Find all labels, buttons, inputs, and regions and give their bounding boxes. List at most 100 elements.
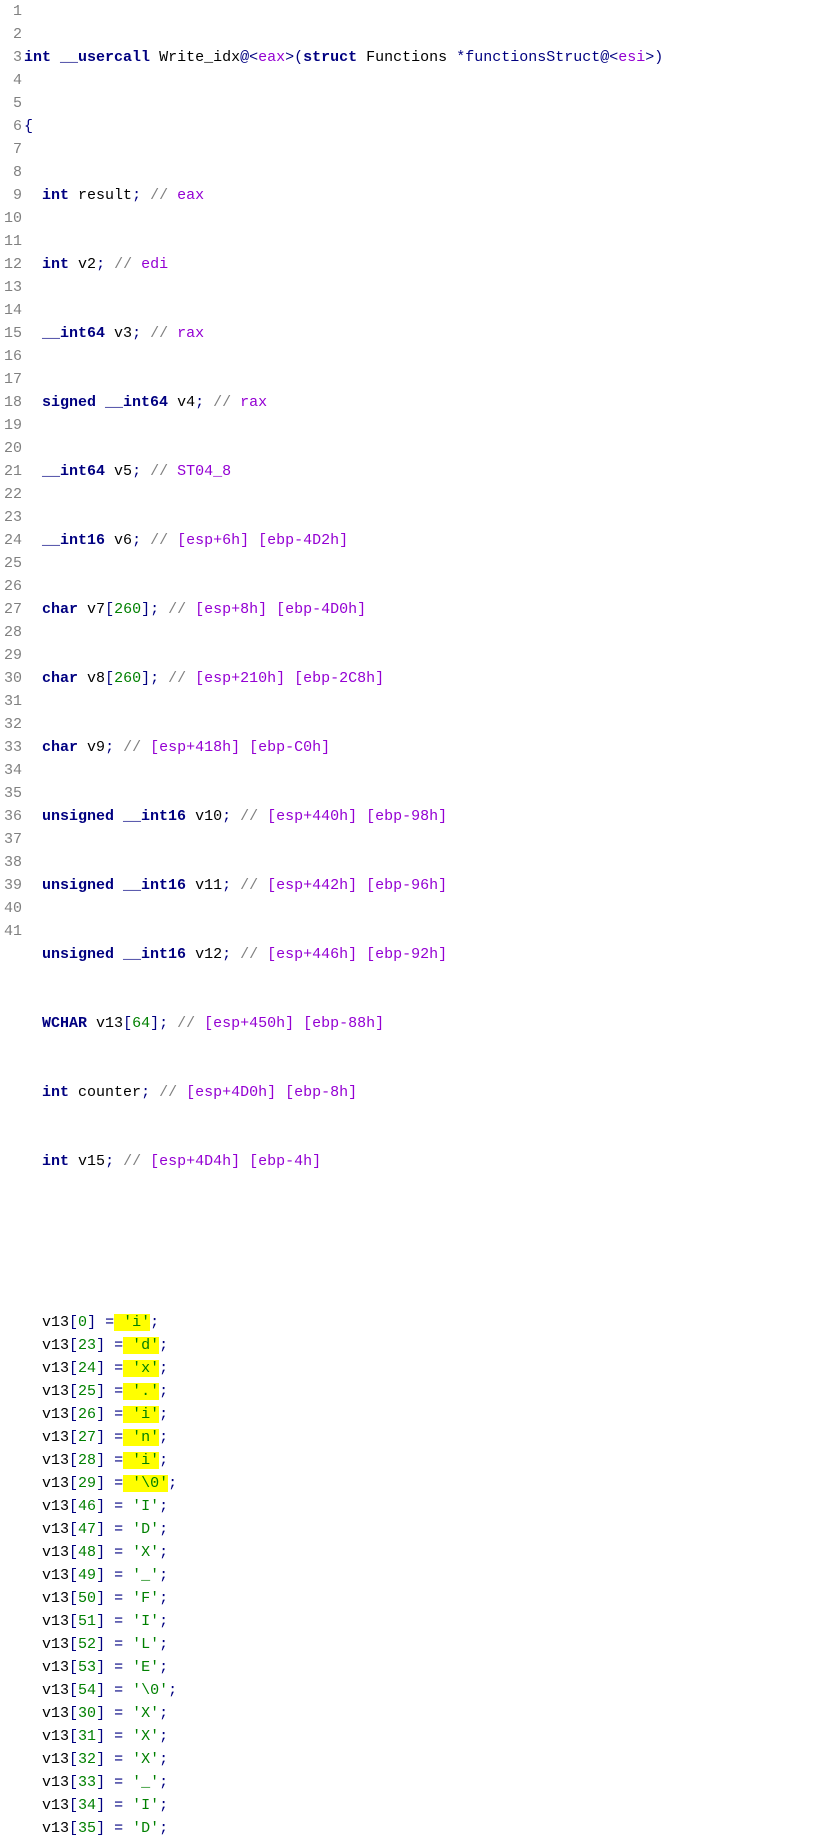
code-line: v13[33] = '_'; [24,1771,819,1794]
code-line: char v9; // [esp+418h] [ebp-C0h] [24,736,819,759]
char-literal: 'n' [132,1429,159,1446]
code-line: v13[28] = 'i'; [24,1449,819,1472]
code-line: signed __int64 v4; // rax [24,391,819,414]
array-name: v13 [42,1613,69,1630]
code-viewer: 1234567891011121314151617181920212223242… [0,0,819,1840]
line-number: 32 [0,713,22,736]
array-index: 0 [78,1314,87,1331]
register: esi [618,49,645,66]
array-name: v13 [42,1797,69,1814]
code-line: WCHAR v13[64]; // [esp+450h] [ebp-88h] [24,1012,819,1035]
line-number: 2 [0,23,22,46]
line-number: 18 [0,391,22,414]
array-name: v13 [42,1820,69,1837]
code-line: int v2; // edi [24,253,819,276]
code-line: int v15; // [esp+4D4h] [ebp-4h] [24,1150,819,1173]
array-name: v13 [42,1406,69,1423]
array-name: v13 [42,1337,69,1354]
array-index: 47 [78,1521,96,1538]
code-line: v13[34] = 'I'; [24,1794,819,1817]
line-number: 1 [0,0,22,23]
code-line: int result; // eax [24,184,819,207]
line-number: 33 [0,736,22,759]
char-literal: 'I' [132,1613,159,1630]
array-index: 34 [78,1797,96,1814]
code-line: v13[26] = 'i'; [24,1403,819,1426]
line-number: 30 [0,667,22,690]
code-line: v13[35] = 'D'; [24,1817,819,1840]
line-number: 15 [0,322,22,345]
array-index: 52 [78,1636,96,1653]
code-line: char v7[260]; // [esp+8h] [ebp-4D0h] [24,598,819,621]
line-number: 25 [0,552,22,575]
code-line: v13[49] = '_'; [24,1564,819,1587]
array-index: 29 [78,1475,96,1492]
line-number: 40 [0,897,22,920]
line-number: 11 [0,230,22,253]
code-line: __int64 v3; // rax [24,322,819,345]
line-number: 12 [0,253,22,276]
char-literal: 'x' [132,1360,159,1377]
code-line: { [24,115,819,138]
array-index: 35 [78,1820,96,1837]
code-line: v13[0] = 'i'; [24,1311,819,1334]
code-line: v13[23] = 'd'; [24,1334,819,1357]
line-number: 36 [0,805,22,828]
line-number: 38 [0,851,22,874]
code-line: unsigned __int16 v12; // [esp+446h] [ebp… [24,943,819,966]
array-index: 28 [78,1452,96,1469]
array-index: 24 [78,1360,96,1377]
char-literal: 'I' [132,1498,159,1515]
line-number: 14 [0,299,22,322]
code-line: v13[50] = 'F'; [24,1587,819,1610]
array-name: v13 [42,1751,69,1768]
array-index: 26 [78,1406,96,1423]
line-number: 26 [0,575,22,598]
line-number: 31 [0,690,22,713]
code-line: v13[27] = 'n'; [24,1426,819,1449]
array-name: v13 [42,1728,69,1745]
array-name: v13 [42,1567,69,1584]
line-number: 39 [0,874,22,897]
array-index: 50 [78,1590,96,1607]
line-number: 8 [0,161,22,184]
code-line: int __usercall Write_idx@<eax>(struct Fu… [24,46,819,69]
line-number: 10 [0,207,22,230]
line-number: 20 [0,437,22,460]
array-index: 32 [78,1751,96,1768]
array-index: 23 [78,1337,96,1354]
code-line: v13[31] = 'X'; [24,1725,819,1748]
array-name: v13 [42,1452,69,1469]
line-number: 41 [0,920,22,943]
array-name: v13 [42,1429,69,1446]
line-number: 16 [0,345,22,368]
char-literal: 'X' [132,1728,159,1745]
char-literal: '_' [132,1567,159,1584]
array-name: v13 [42,1521,69,1538]
array-index: 46 [78,1498,96,1515]
char-literal: '\0' [132,1475,168,1492]
array-name: v13 [42,1682,69,1699]
code-line: int counter; // [esp+4D0h] [ebp-8h] [24,1081,819,1104]
line-number: 19 [0,414,22,437]
code-line: char v8[260]; // [esp+210h] [ebp-2C8h] [24,667,819,690]
char-literal: 'F' [132,1590,159,1607]
code-line: v13[53] = 'E'; [24,1656,819,1679]
code-line: v13[46] = 'I'; [24,1495,819,1518]
array-name: v13 [42,1383,69,1400]
line-number: 9 [0,184,22,207]
code-line: v13[51] = 'I'; [24,1610,819,1633]
register: eax [258,49,285,66]
array-index: 49 [78,1567,96,1584]
keyword: int [24,49,51,66]
line-number: 28 [0,621,22,644]
code-line: v13[54] = '\0'; [24,1679,819,1702]
array-index: 51 [78,1613,96,1630]
code-body: int __usercall Write_idx@<eax>(struct Fu… [24,0,819,1840]
code-line: v13[48] = 'X'; [24,1541,819,1564]
array-index: 53 [78,1659,96,1676]
code-line-blank [24,1219,819,1242]
line-number: 37 [0,828,22,851]
code-line: v13[25] = '.'; [24,1380,819,1403]
array-name: v13 [42,1475,69,1492]
